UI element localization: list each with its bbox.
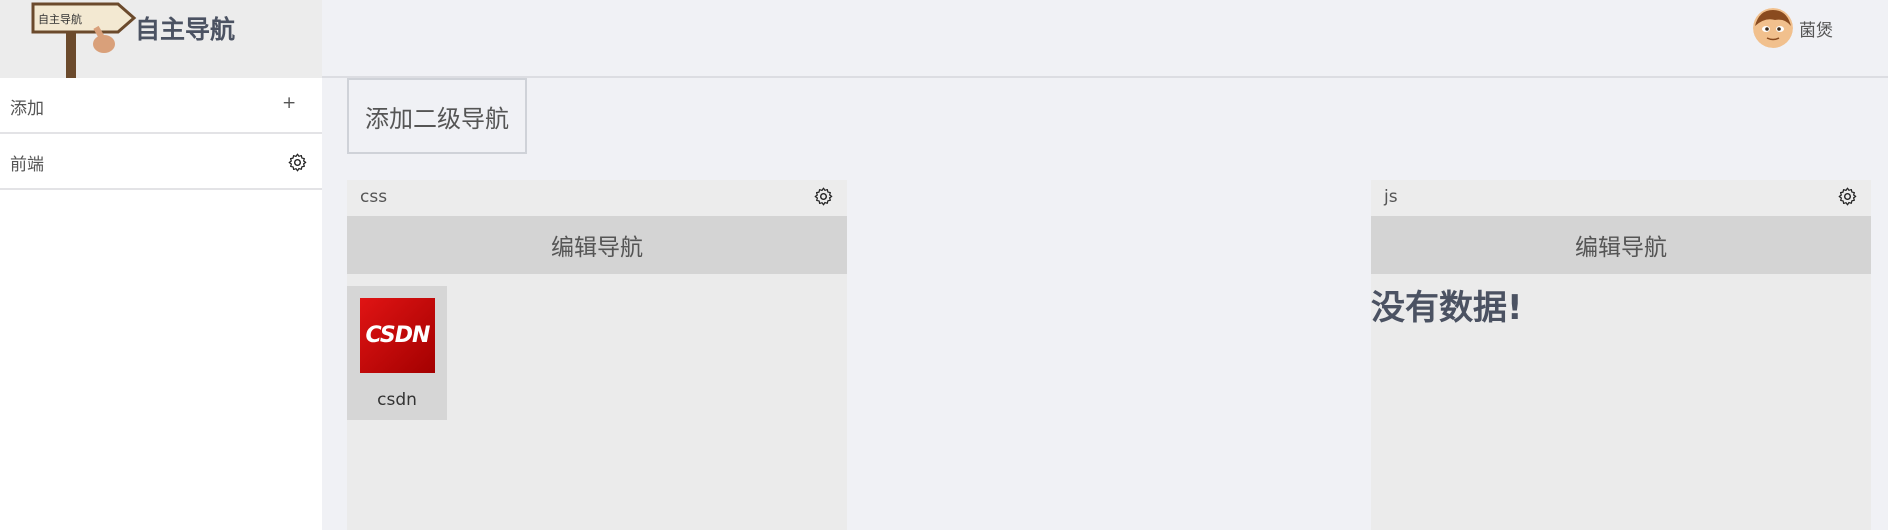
svg-text:自主导航: 自主导航 (38, 12, 82, 26)
nav-panel-js: js 编辑导航 没有数据! (1371, 180, 1871, 530)
empty-state-text: 没有数据! (1371, 288, 1523, 328)
csdn-logo-text: CSDN (365, 323, 431, 348)
edit-nav-button[interactable]: 编辑导航 (1371, 216, 1871, 274)
panel-title: css (360, 187, 388, 207)
panel-header: css (347, 180, 847, 216)
panel-title: js (1384, 187, 1398, 207)
user-menu[interactable]: 菌煲 (1753, 8, 1833, 48)
signpost-logo-icon: 自主导航 (31, 2, 137, 78)
sidebar-item-label: 添加 (10, 99, 44, 119)
sidebar-item-label: 前端 (10, 155, 44, 175)
gear-icon[interactable] (813, 186, 834, 207)
edit-nav-button[interactable]: 编辑导航 (347, 216, 847, 274)
avatar (1753, 8, 1793, 48)
top-header: 自主导航 自主导航 菌煲 (0, 0, 1888, 78)
logo-area[interactable]: 自主导航 自主导航 (0, 0, 322, 78)
sidebar-item-frontend[interactable]: 前端 (0, 134, 322, 190)
plus-icon[interactable]: + (282, 93, 296, 113)
sidebar: 添加 + 前端 (0, 78, 322, 530)
app-title: 自主导航 (135, 15, 236, 44)
nav-link-card[interactable]: CSDN csdn (347, 286, 447, 420)
gear-icon[interactable] (1837, 186, 1858, 207)
gear-icon[interactable] (287, 152, 308, 173)
sidebar-item-add[interactable]: 添加 + (0, 78, 322, 134)
nav-link-label: csdn (377, 390, 417, 410)
user-name: 菌煲 (1799, 20, 1833, 41)
nav-panel-css: css 编辑导航 CSDN csdn (347, 180, 847, 530)
csdn-logo-icon: CSDN (360, 298, 435, 373)
add-secondary-nav-button[interactable]: 添加二级导航 (347, 78, 527, 154)
panel-header: js (1371, 180, 1871, 216)
